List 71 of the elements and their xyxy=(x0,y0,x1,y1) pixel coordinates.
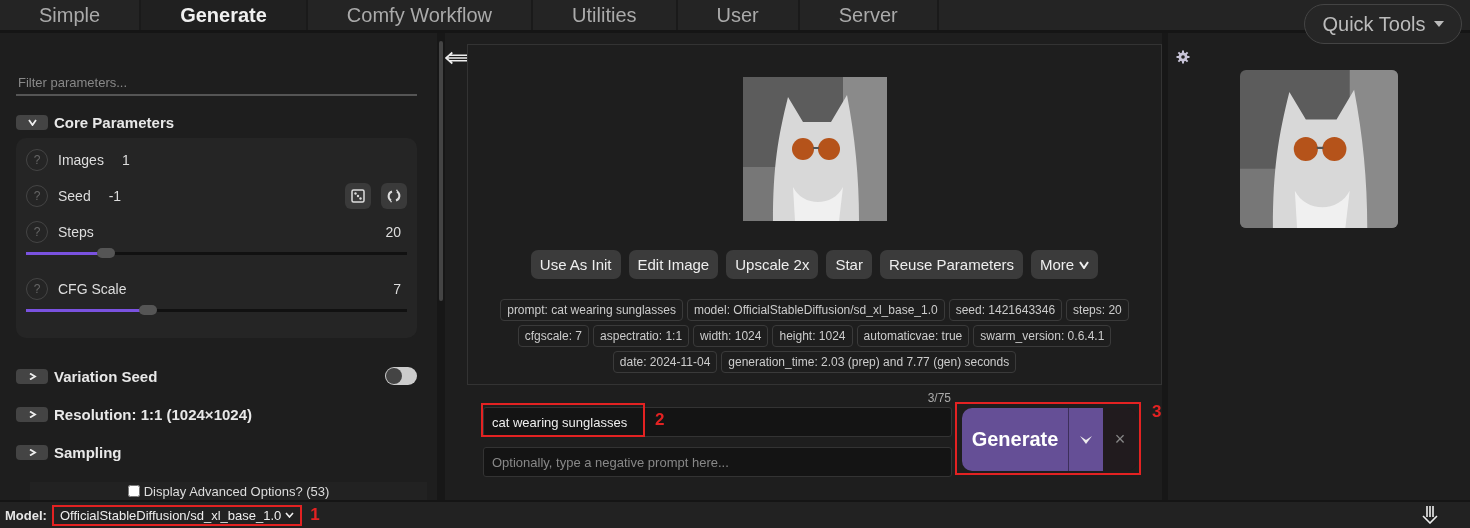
parameter-value[interactable]: 20 xyxy=(385,224,401,240)
metadata-tag[interactable]: generation_time: 2.03 (prep) and 7.77 (gen) seconds xyxy=(721,351,1017,373)
action-button[interactable]: Edit Image xyxy=(628,250,719,279)
tab[interactable]: Comfy Workflow xyxy=(307,0,534,30)
action-button[interactable]: Upscale 2x xyxy=(726,250,819,279)
slider-handle[interactable] xyxy=(138,305,157,315)
dice-button[interactable] xyxy=(345,183,371,209)
parameter-value[interactable]: 7 xyxy=(393,281,401,297)
reuse-button[interactable] xyxy=(381,183,407,209)
advanced-options-label: Display Advanced Options? (53) xyxy=(143,483,330,499)
action-button[interactable]: Star xyxy=(826,250,872,279)
group-title: Variation Seed xyxy=(54,367,159,385)
tab[interactable]: Generate xyxy=(141,0,308,30)
parameter-label: Images xyxy=(58,152,104,168)
expand-toggle[interactable] xyxy=(16,114,48,130)
expand-toggle[interactable] xyxy=(16,444,48,460)
chevron-icon xyxy=(1079,434,1093,445)
slider-handle[interactable] xyxy=(97,248,115,258)
annotation-number: 1 xyxy=(310,505,320,525)
checkbox[interactable] xyxy=(127,485,140,497)
metadata-tag[interactable]: swarm_version: 0.6.4.1 xyxy=(973,325,1112,347)
settings-icon[interactable] xyxy=(1176,50,1190,64)
tab[interactable]: Utilities xyxy=(533,0,678,30)
chevron-icon xyxy=(285,512,295,518)
model-label: Model: xyxy=(5,507,47,523)
tab[interactable]: User xyxy=(677,0,800,30)
tab[interactable]: Server xyxy=(799,0,939,30)
token-counter: 3/75 xyxy=(926,391,951,407)
metadata-tag[interactable]: model: OfficialStableDiffusion/sd_xl_base_1.0 xyxy=(686,299,945,321)
model-dropdown[interactable]: OfficialStableDiffusion/sd_xl_base_1.0 xyxy=(55,507,299,523)
action-button[interactable]: Reuse Parameters xyxy=(879,250,1023,279)
metadata-tag[interactable]: aspectratio: 1:1 xyxy=(593,325,690,347)
annotation-number: 2 xyxy=(655,410,665,430)
metadata-tag[interactable]: cfgscale: 7 xyxy=(517,325,590,347)
metadata-tag[interactable]: seed: 1421643346 xyxy=(948,299,1063,321)
action-button[interactable]: More xyxy=(1031,250,1099,279)
caret-icon xyxy=(1433,21,1444,27)
parameter-label: Steps xyxy=(58,224,94,240)
parameter-label: Seed xyxy=(58,188,91,204)
cancel-button[interactable]: × xyxy=(1103,408,1137,471)
group-title: Sampling xyxy=(54,443,123,461)
negative-prompt-field[interactable]: Optionally, type a negative prompt here... xyxy=(483,447,952,477)
metadata-tag[interactable]: height: 1024 xyxy=(772,325,853,347)
chevron-icon xyxy=(27,372,37,380)
double-down-arrow-icon[interactable] xyxy=(1422,506,1438,524)
expand-toggle[interactable] xyxy=(16,368,48,384)
metadata-tag[interactable]: prompt: cat wearing sunglasses xyxy=(500,299,683,321)
expand-toggle[interactable] xyxy=(16,406,48,422)
generate-button[interactable]: Generate xyxy=(962,408,1069,471)
action-button[interactable]: Use As Init xyxy=(530,250,621,279)
chevron-icon xyxy=(1079,260,1090,269)
group-title: Core Parameters xyxy=(54,113,176,131)
parameter-label: CFG Scale xyxy=(58,281,127,297)
parameter-value[interactable]: 1 xyxy=(121,152,130,168)
chevron-icon xyxy=(27,410,37,418)
collapse-arrow-icon[interactable] xyxy=(445,51,467,65)
annotation-number: 3 xyxy=(1152,402,1162,422)
refresh-icon xyxy=(387,189,401,203)
filter-field[interactable]: Filter parameters... xyxy=(16,71,417,96)
parameter-value[interactable]: -1 xyxy=(108,188,122,204)
chevron-icon xyxy=(27,448,37,456)
group-title: Resolution: 1:1 (1024×1024) xyxy=(54,405,253,423)
toggle-switch[interactable] xyxy=(385,367,417,385)
dice-icon xyxy=(351,189,365,203)
metadata-tag[interactable]: steps: 20 xyxy=(1066,299,1129,321)
quick-tools-button[interactable]: Quick Tools xyxy=(1304,4,1462,44)
metadata-tag[interactable]: automaticvae: true xyxy=(856,325,970,347)
metadata-tag[interactable]: date: 2024-11-04 xyxy=(612,351,718,373)
metadata-tag[interactable]: width: 1024 xyxy=(693,325,769,347)
scrollbar[interactable] xyxy=(439,41,443,301)
chevron-icon xyxy=(27,118,37,126)
